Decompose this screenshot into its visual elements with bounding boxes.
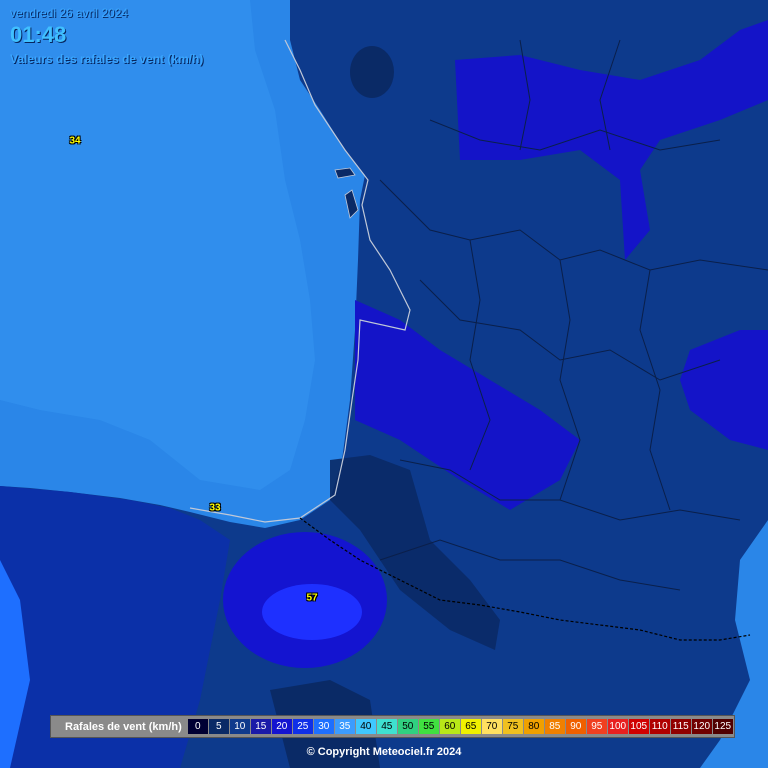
legend-cell: 105 [628,719,649,734]
legend-cell: 25 [292,719,313,734]
land-calm-zone-north [350,46,394,98]
legend-cell: 65 [460,719,481,734]
legend-cell: 5 [208,719,229,734]
legend-cell: 125 [712,719,733,734]
copyright-text: © Copyright Meteociel.fr 2024 [306,746,462,758]
legend-cell: 110 [649,719,670,734]
legend-cell: 20 [271,719,292,734]
legend-cell: 15 [250,719,271,734]
legend-cell: 10 [229,719,250,734]
legend-cell: 35 [334,719,355,734]
legend-title: Rafales de vent (km/h) [65,720,182,733]
wind-gust-map [0,0,768,768]
legend-cell: 50 [397,719,418,734]
gust-value-biarritz-coast: 33 [209,502,221,514]
legend-scale: 0 5 10 15 20 25 30 35 40 45 50 55 60 65 70 75 80 85 90 95 10… [187,716,734,737]
legend-cell: 45 [376,719,397,734]
legend-cell: 40 [355,719,376,734]
legend-cell: 55 [418,719,439,734]
legend-cell: 90 [565,719,586,734]
legend-cell: 100 [607,719,628,734]
legend-cell: 120 [691,719,712,734]
legend-cell: 95 [586,719,607,734]
legend-cell: 70 [481,719,502,734]
legend-cell: 80 [523,719,544,734]
gust-value-offshore-south: 57 [306,592,318,604]
color-legend: Rafales de vent (km/h) 0 5 10 15 20 25 30 35 40 4… [50,715,735,738]
gust-value-ocean-north: 34 [69,135,81,147]
legend-cell: 60 [439,719,460,734]
legend-cell: 85 [544,719,565,734]
forecast-date: vendredi 26 avril 2024 [10,6,129,20]
legend-cell: 30 [313,719,334,734]
map-subtitle: Valeurs des rafales de vent (km/h) [10,52,204,66]
legend-cell: 75 [502,719,523,734]
legend-cell: 0 [187,719,208,734]
forecast-time: 01:48 [10,22,67,47]
legend-cell: 115 [670,719,691,734]
